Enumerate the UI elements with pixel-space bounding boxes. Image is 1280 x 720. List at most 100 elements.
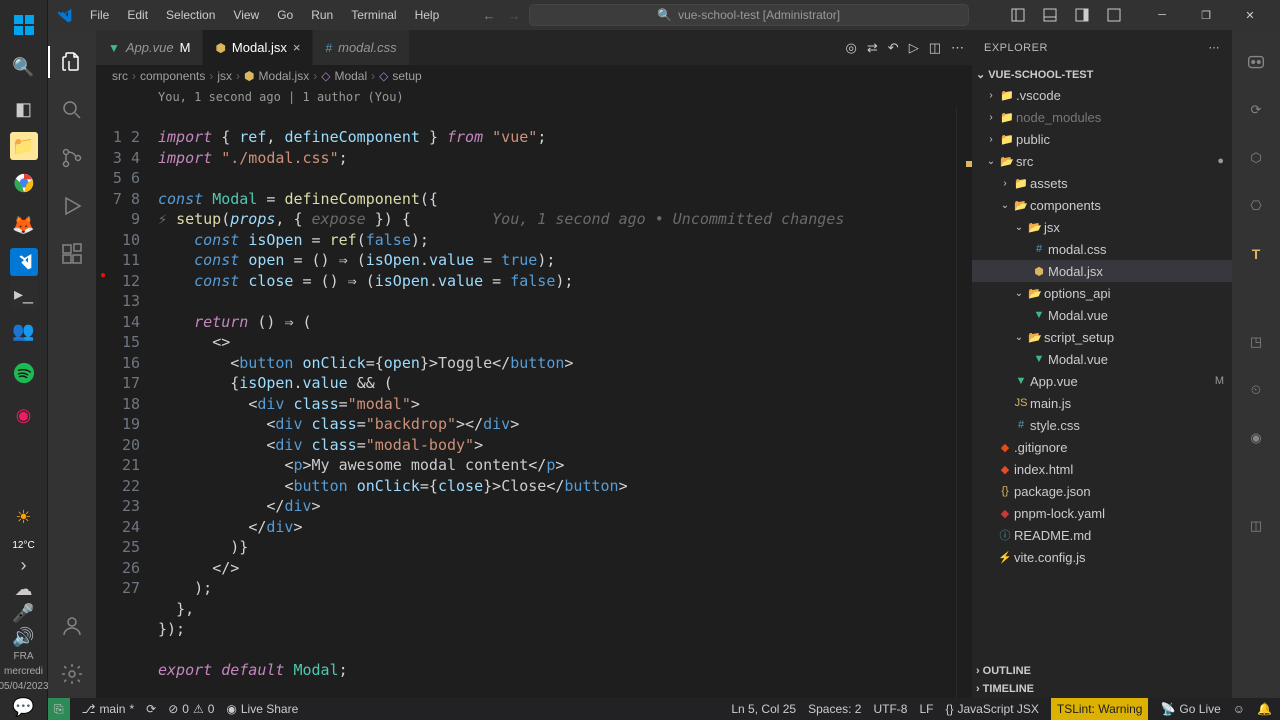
tree-folder-public[interactable]: ›📁public [972, 128, 1232, 150]
tree-folder-vscode[interactable]: ›📁.vscode [972, 84, 1232, 106]
code-editor[interactable]: ● 1 2 3 4 5 6 7 8 9 10 11 12 13 14 15 16… [96, 107, 972, 698]
explorer-project-header[interactable]: ⌄ VUE-SCHOOL-TEST [972, 65, 1232, 84]
split-editor-icon[interactable]: ◫ [929, 40, 941, 56]
volume-icon[interactable]: 🔊 [5, 627, 43, 647]
code-lens[interactable]: You, 1 second ago | 1 author (You) [96, 87, 972, 107]
layout-panel-bottom-icon[interactable] [1036, 1, 1064, 29]
tree-folder-assets[interactable]: ›📁assets [972, 172, 1232, 194]
sync-status[interactable]: ⟳ [146, 702, 156, 716]
tree-file-app-vue[interactable]: ▼App.vueM [972, 370, 1232, 392]
more-actions-icon[interactable]: ⋯ [951, 40, 964, 56]
search-activity-icon[interactable] [48, 86, 96, 134]
weather-icon[interactable]: ☀ [5, 498, 43, 536]
tab-modal-css[interactable]: # modal.css [313, 30, 409, 65]
menu-selection[interactable]: Selection [158, 4, 223, 26]
account-icon[interactable] [48, 602, 96, 650]
tree-file-package-json[interactable]: {}package.json [972, 480, 1232, 502]
explorer-more-icon[interactable]: ⋯ [1209, 41, 1221, 54]
menu-file[interactable]: File [82, 4, 117, 26]
run-debug-icon[interactable] [48, 182, 96, 230]
compare-icon[interactable]: ⇄ [867, 40, 878, 56]
right-icon-6[interactable]: ◳ [1232, 318, 1280, 366]
menu-go[interactable]: Go [269, 4, 301, 26]
tab-modal-jsx[interactable]: ⬢ Modal.jsx × [203, 30, 313, 65]
settings-icon[interactable] [48, 650, 96, 698]
notifications-icon[interactable]: 🔔 [1257, 702, 1272, 716]
encoding-status[interactable]: UTF-8 [873, 702, 907, 716]
liveshare-status[interactable]: ◉ Live Share [226, 702, 298, 716]
layout-customize-icon[interactable] [1100, 1, 1128, 29]
breadcrumb-setup[interactable]: setup [392, 69, 421, 83]
tree-file-gitignore[interactable]: ◆.gitignore [972, 436, 1232, 458]
language-mode[interactable]: {} JavaScript JSX [945, 702, 1038, 716]
teams-icon[interactable]: 👥 [5, 312, 43, 350]
tray-expand-icon[interactable]: › [5, 555, 43, 575]
extensions-icon[interactable] [48, 230, 96, 278]
right-icon-7[interactable]: ⏲ [1232, 366, 1280, 414]
breadcrumb-components[interactable]: components [140, 69, 205, 83]
tree-file-readme[interactable]: ⓘREADME.md [972, 524, 1232, 546]
tab-app-vue[interactable]: ▼ App.vue M [96, 30, 203, 65]
menu-run[interactable]: Run [303, 4, 341, 26]
tree-file-modal-css[interactable]: #modal.css [972, 238, 1232, 260]
breadcrumb-file[interactable]: Modal.jsx [259, 69, 310, 83]
tree-file-modal-vue-2[interactable]: ▼Modal.vue [972, 348, 1232, 370]
minimap[interactable] [956, 107, 972, 698]
tree-file-style-css[interactable]: #style.css [972, 414, 1232, 436]
mic-tray-icon[interactable]: 🎤 [5, 603, 43, 623]
tree-folder-components[interactable]: ⌄📂components [972, 194, 1232, 216]
run-file-icon[interactable]: ▷ [909, 40, 919, 56]
tree-folder-jsx[interactable]: ⌄📂jsx [972, 216, 1232, 238]
tree-file-vite-config[interactable]: ⚡vite.config.js [972, 546, 1232, 568]
nav-forward-icon[interactable]: → [508, 8, 521, 23]
tree-file-main-js[interactable]: JSmain.js [972, 392, 1232, 414]
right-icon-8[interactable]: ◉ [1232, 414, 1280, 462]
menu-view[interactable]: View [225, 4, 267, 26]
tree-folder-node-modules[interactable]: ›📁node_modules [972, 106, 1232, 128]
notification-icon[interactable]: 💬 [5, 696, 43, 718]
tree-folder-script-setup[interactable]: ⌄📂script_setup [972, 326, 1232, 348]
problems-status[interactable]: ⊘ 0 ⚠ 0 [168, 702, 214, 716]
branch-status[interactable]: ⎇ main* [82, 702, 135, 716]
keyboard-lang[interactable]: FRA [14, 651, 34, 662]
tree-file-modal-vue-1[interactable]: ▼Modal.vue [972, 304, 1232, 326]
cursor-position[interactable]: Ln 5, Col 25 [731, 702, 796, 716]
close-window-button[interactable]: ✕ [1228, 0, 1272, 30]
tab-close-icon[interactable]: × [293, 40, 301, 55]
nav-back-icon[interactable]: ← [483, 8, 496, 23]
go-live-button[interactable]: 📡 Go Live [1160, 702, 1220, 716]
remote-button[interactable]: ⎘ [48, 698, 70, 720]
copilot-icon[interactable] [1232, 38, 1280, 86]
start-icon[interactable] [5, 6, 43, 44]
right-icon-3[interactable]: ⬡ [1232, 134, 1280, 182]
right-icon-4[interactable]: ⎔ [1232, 182, 1280, 230]
revert-icon[interactable]: ↶ [888, 40, 899, 56]
search-task-icon[interactable]: 🔍 [5, 48, 43, 86]
onedrive-icon[interactable]: ☁ [5, 579, 43, 599]
sourcegraph-icon[interactable]: ◎ [846, 40, 857, 56]
tree-folder-src[interactable]: ⌄📂src● [972, 150, 1232, 172]
layout-panel-right-icon[interactable] [1068, 1, 1096, 29]
eol-status[interactable]: LF [919, 702, 933, 716]
tslint-status[interactable]: TSLint: Warning [1051, 698, 1149, 720]
outline-section[interactable]: ›OUTLINE [972, 662, 1232, 680]
source-control-icon[interactable] [48, 134, 96, 182]
layout-panel-left-icon[interactable] [1004, 1, 1032, 29]
tree-folder-options-api[interactable]: ⌄📂options_api [972, 282, 1232, 304]
app-icon[interactable]: ◉ [5, 396, 43, 434]
right-icon-2[interactable]: ⟳ [1232, 86, 1280, 134]
explorer-icon[interactable] [48, 38, 96, 86]
menu-help[interactable]: Help [407, 4, 448, 26]
vscode-app-icon[interactable] [10, 248, 38, 276]
maximize-button[interactable]: ❐ [1184, 0, 1228, 30]
tree-file-pnpm-lock[interactable]: ◆pnpm-lock.yaml [972, 502, 1232, 524]
timeline-section[interactable]: ›TIMELINE [972, 680, 1232, 698]
firefox-icon[interactable]: 🦊 [5, 206, 43, 244]
terminal-app-icon[interactable]: ▸_ [10, 280, 38, 308]
breakpoint-icon[interactable]: ● [96, 270, 110, 281]
css-peek-icon[interactable]: T [1232, 230, 1280, 278]
breadcrumb-modal[interactable]: Modal [334, 69, 367, 83]
chrome-icon[interactable] [5, 164, 43, 202]
indentation-status[interactable]: Spaces: 2 [808, 702, 861, 716]
tree-file-index-html[interactable]: ◆index.html [972, 458, 1232, 480]
